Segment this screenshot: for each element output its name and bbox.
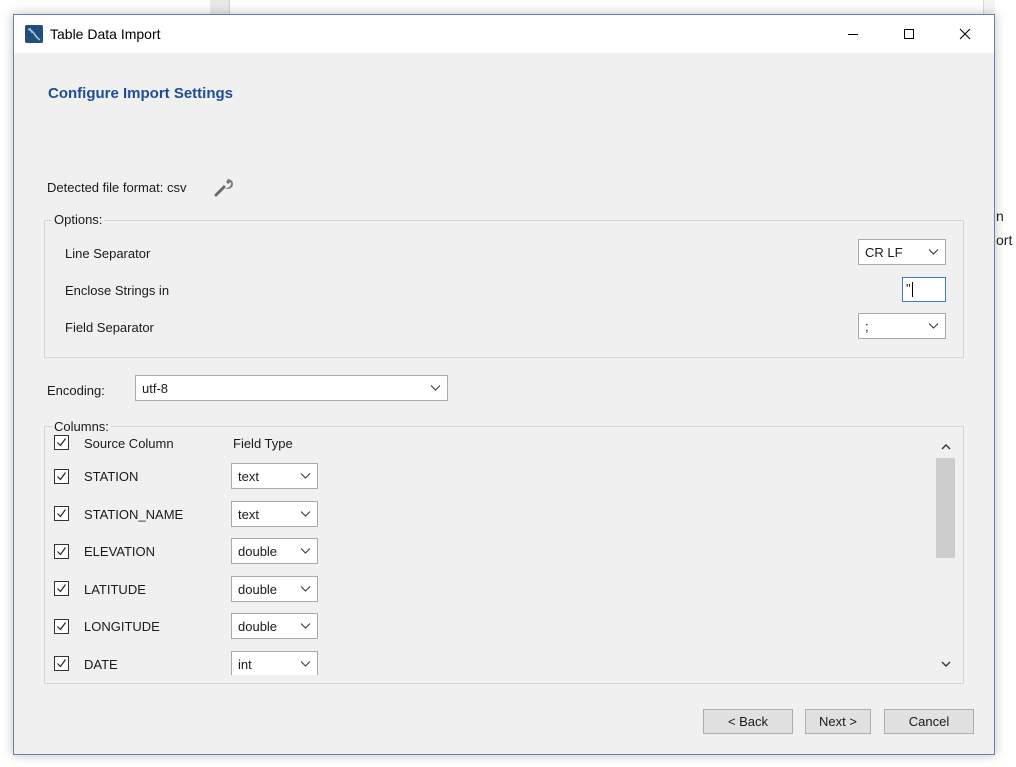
encoding-value: utf-8 [142, 381, 169, 396]
column-name: LATITUDE [84, 582, 146, 597]
column-checkbox-station-name[interactable] [54, 506, 69, 521]
scroll-up-button[interactable] [936, 437, 955, 455]
detected-file-format-label: Detected file format: csv [47, 180, 187, 195]
cancel-button[interactable]: Cancel [884, 709, 974, 734]
columns-group [44, 426, 964, 684]
field-type-value: text [238, 507, 259, 522]
background-text-fragment-2: ort [996, 232, 1013, 248]
select-all-checkbox[interactable] [54, 435, 69, 450]
columns-group-label: Columns: [52, 419, 111, 434]
back-button[interactable]: < Back [703, 709, 793, 734]
line-separator-value: CR LF [865, 245, 903, 260]
chevron-down-icon [300, 511, 311, 517]
page-title: Configure Import Settings [48, 85, 233, 102]
text-cursor [911, 282, 913, 298]
field-separator-label: Field Separator [65, 320, 154, 335]
field-type-value: text [238, 469, 259, 484]
enclose-strings-input[interactable]: " [902, 277, 946, 302]
options-group [44, 220, 964, 358]
field-type-header: Field Type [233, 436, 293, 451]
encoding-select[interactable]: utf-8 [135, 375, 448, 401]
field-type-value: double [238, 619, 278, 634]
enclose-strings-value: " [906, 281, 911, 296]
field-type-select[interactable]: text [231, 463, 318, 489]
title-bar[interactable]: Table Data Import [14, 15, 994, 53]
minimize-icon [848, 34, 858, 35]
column-checkbox-latitude[interactable] [54, 581, 69, 596]
window-title: Table Data Import [50, 26, 161, 42]
minimize-button[interactable] [830, 15, 876, 53]
chevron-down-icon [928, 249, 939, 255]
maximize-icon [904, 29, 914, 39]
field-type-select[interactable]: double [231, 613, 318, 639]
field-type-value: double [238, 582, 278, 597]
field-separator-value: ; [865, 319, 869, 334]
chevron-down-icon [430, 385, 441, 391]
column-name: DATE [84, 657, 118, 672]
chevron-up-icon [941, 443, 950, 449]
source-column-header: Source Column [84, 436, 174, 451]
column-name: STATION [84, 469, 139, 484]
column-checkbox-longitude[interactable] [54, 619, 69, 634]
chevron-down-icon [300, 548, 311, 554]
field-type-value: double [238, 544, 278, 559]
background-window-strip-right [983, 0, 995, 14]
scrollbar-thumb[interactable] [936, 458, 955, 558]
enclose-strings-label: Enclose Strings in [65, 283, 170, 298]
field-type-select[interactable]: double [231, 576, 318, 602]
chevron-down-icon [300, 661, 311, 667]
options-group-label: Options: [52, 212, 105, 227]
field-type-select[interactable]: text [231, 501, 318, 527]
scroll-down-button[interactable] [936, 655, 955, 673]
wrench-icon[interactable] [212, 176, 234, 198]
table-data-import-dialog: Table Data Import Configure Import Setti… [13, 14, 995, 755]
close-button[interactable] [942, 15, 988, 53]
column-name: LONGITUDE [84, 619, 160, 634]
column-name: STATION_NAME [84, 507, 184, 522]
background-window-strip [210, 0, 230, 14]
chevron-down-icon [928, 323, 939, 329]
chevron-down-icon [300, 623, 311, 629]
chevron-down-icon [300, 586, 311, 592]
column-checkbox-elevation[interactable] [54, 544, 69, 559]
column-checkbox-date[interactable] [54, 656, 69, 671]
field-type-value: int [238, 657, 252, 672]
close-icon [959, 28, 971, 40]
chevron-down-icon [300, 473, 311, 479]
field-separator-select[interactable]: ; [858, 313, 946, 339]
field-type-select[interactable]: int [231, 651, 318, 675]
maximize-button[interactable] [886, 15, 932, 53]
line-separator-select[interactable]: CR LF [858, 239, 946, 265]
line-separator-label: Line Separator [65, 246, 151, 261]
column-name: ELEVATION [84, 544, 156, 559]
next-button[interactable]: Next > [805, 709, 871, 734]
field-type-select[interactable]: double [231, 538, 318, 564]
encoding-label: Encoding: [47, 383, 105, 398]
column-checkbox-station[interactable] [54, 469, 69, 484]
chevron-down-icon [941, 661, 950, 667]
mysql-workbench-icon [25, 25, 43, 43]
background-text-fragment-1: n [996, 208, 1004, 224]
